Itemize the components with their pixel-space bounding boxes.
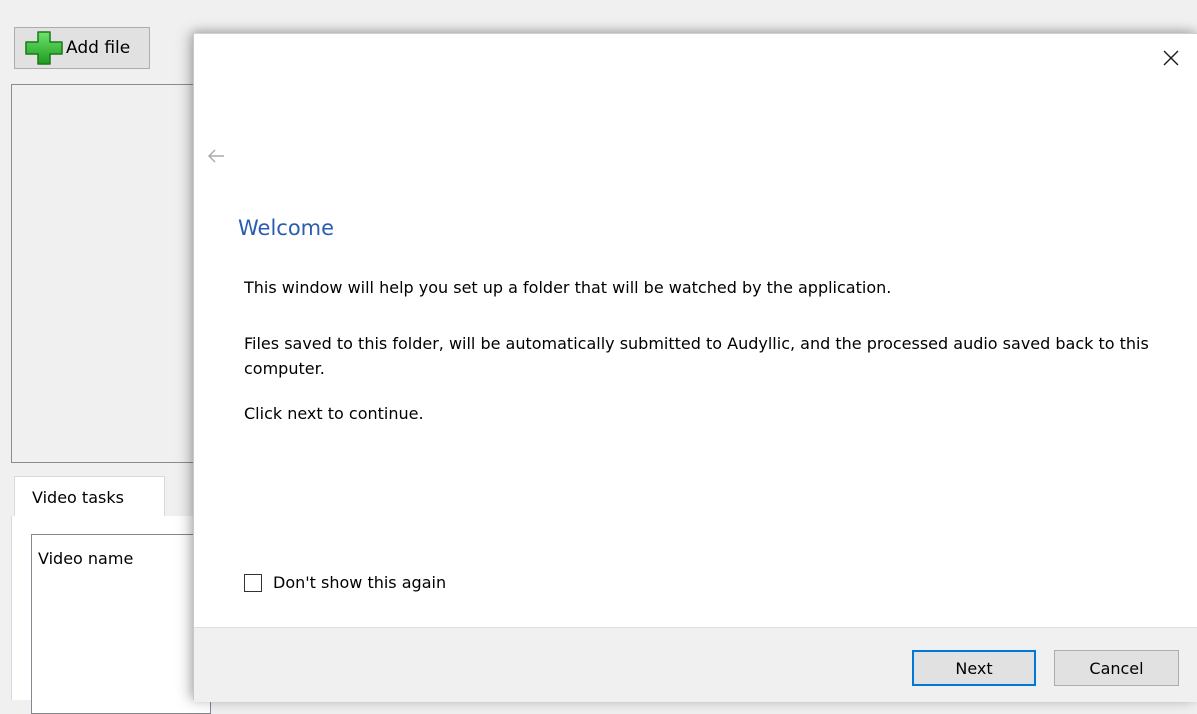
tab-strip: Video tasks: [11, 476, 211, 517]
welcome-dialog: Welcome This window will help you set up…: [193, 33, 1197, 702]
video-name-column-header[interactable]: Video name: [38, 549, 133, 568]
video-list[interactable]: Video name: [31, 534, 211, 714]
tab-video-tasks-label: Video tasks: [32, 487, 124, 507]
cancel-button[interactable]: Cancel: [1054, 650, 1179, 686]
dialog-footer: Next Cancel: [194, 627, 1197, 702]
intro-paragraph: This window will help you set up a folde…: [244, 278, 892, 297]
back-arrow-icon[interactable]: [206, 147, 226, 165]
page-title: Welcome: [238, 216, 335, 240]
tab-video-tasks[interactable]: Video tasks: [14, 476, 165, 517]
dont-show-again-option[interactable]: Don't show this again: [244, 573, 446, 592]
add-file-button[interactable]: Add file: [14, 27, 150, 69]
dont-show-again-label[interactable]: Don't show this again: [273, 573, 446, 592]
close-icon[interactable]: [1159, 46, 1183, 70]
next-button[interactable]: Next: [912, 650, 1036, 686]
continue-paragraph: Click next to continue.: [244, 404, 424, 423]
checkbox-icon[interactable]: [244, 573, 262, 592]
plus-icon: [25, 31, 63, 65]
video-tasks-panel: Video name: [11, 516, 211, 714]
files-paragraph: Files saved to this folder, will be auto…: [244, 334, 1149, 378]
file-list-panel[interactable]: [11, 84, 211, 463]
add-file-label: Add file: [66, 38, 131, 58]
